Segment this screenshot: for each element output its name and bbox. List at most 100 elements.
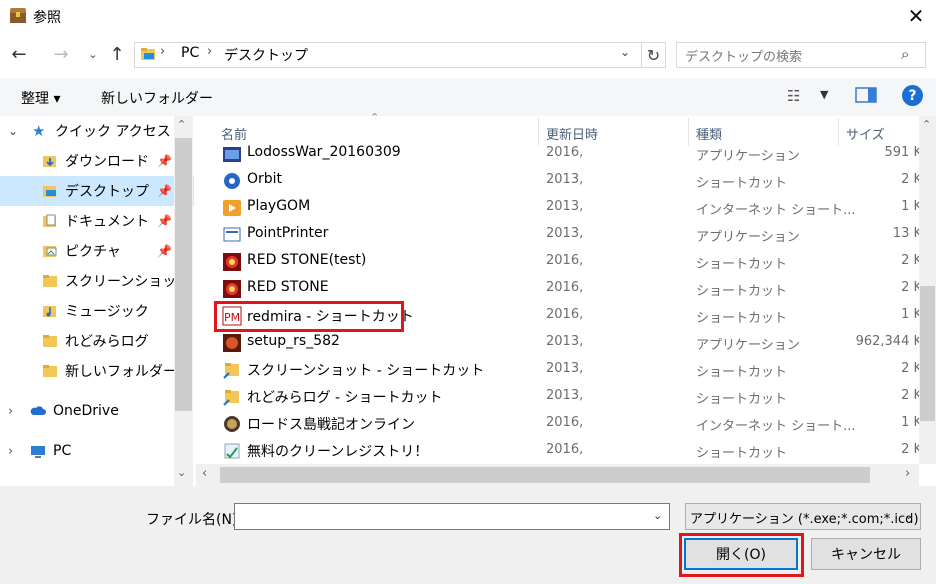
sidebar-item-music[interactable]: ミュージック [0,296,194,326]
redstone-icon [223,280,241,298]
sidebar-item-screenshots[interactable]: スクリーンショット [0,266,194,296]
folder-shortcut-icon [223,390,239,406]
document-folder-icon [43,214,56,227]
file-date: 2016, [546,280,584,295]
breadcrumb-pc[interactable]: PC [181,45,199,61]
view-options-icon[interactable]: ☷ [787,87,800,105]
file-row[interactable]: Orbit 2013, ショートカット 2 K [214,167,922,194]
sidebar-item-label: デスクトップ [65,184,149,200]
file-name: PointPrinter [247,225,329,241]
file-row[interactable]: setup_rs_582 2013, アプリケーション 962,344 K [214,329,922,356]
sidebar-item-redmira-log[interactable]: れどみらログ [0,326,194,356]
sidebar-item-onedrive[interactable]: › OneDrive [0,396,194,426]
sidebar-item-desktop[interactable]: デスクトップ 📌 [0,176,194,206]
breadcrumb-current[interactable]: デスクトップ [224,45,308,65]
file-row[interactable]: PlayGOM 2013, インターネット ショート... 1 K [214,194,922,221]
pin-icon[interactable]: 📌 [157,244,172,258]
desktop-folder-icon [141,48,155,60]
sidebar-item-documents[interactable]: ドキュメント 📌 [0,206,194,236]
back-button[interactable]: ← [8,43,30,65]
pin-icon[interactable]: 📌 [157,214,172,228]
sidebar-item-pc[interactable]: › PC [0,436,194,466]
forward-button[interactable]: → [50,43,72,65]
file-row[interactable]: ロードス島戦記オンライン 2016, インターネット ショート... 1 K [214,410,922,437]
file-row[interactable]: PointPrinter 2013, アプリケーション 13 K [214,221,922,248]
arrow-up-icon: ↑ [109,43,125,65]
orbit-icon [224,173,240,189]
file-row[interactable]: れどみらログ - ショートカット 2013, ショートカット 2 K [214,383,922,410]
file-date: 2013, [546,361,584,376]
refresh-button[interactable]: ↻ [641,43,665,67]
scroll-down-icon[interactable]: ⌄ [177,466,186,479]
file-type: インターネット ショート... [696,203,856,218]
help-icon[interactable]: ? [902,85,923,106]
recent-locations-button[interactable]: ⌄ [82,43,104,65]
scroll-up-icon[interactable]: ⌃ [177,118,186,131]
file-type: アプリケーション [696,230,800,245]
file-type: アプリケーション [696,338,800,353]
address-bar[interactable] [134,42,666,68]
preview-pane-icon[interactable] [855,86,877,104]
sidebar-item-quick-access[interactable]: ⌄ ★ クイック アクセス [0,116,194,146]
file-date: 2016, [546,307,584,322]
scroll-right-icon[interactable]: › [905,466,910,481]
search-input[interactable]: デスクトップの検索 [685,46,802,65]
sidebar-item-pictures[interactable]: ピクチャ 📌 [0,236,194,266]
file-date: 2016, [546,145,584,160]
file-row[interactable]: RED STONE 2016, ショートカット 2 K [214,275,922,302]
file-row[interactable]: 無料のクリーンレジストリ！ 2016, ショートカット 2 K [214,437,922,464]
organize-button[interactable]: 整理 ▾ [21,88,60,108]
filename-input[interactable] [234,503,670,530]
file-name: ロードス島戦記オンライン [247,417,415,433]
chevron-right-icon: › [8,443,14,459]
file-date: 2016, [546,415,584,430]
pin-icon[interactable]: 📌 [157,154,172,168]
filename-label: ファイル名(N): [146,512,243,528]
arrow-left-icon: ← [11,43,27,65]
file-type-dropdown-icon[interactable]: ⌄ [904,509,913,522]
file-type: ショートカット [696,392,788,407]
filename-dropdown-icon[interactable]: ⌄ [653,509,662,522]
setup-icon [223,334,241,352]
file-size: 962,344 K [855,334,922,349]
chevron-right-icon: › [8,403,14,419]
star-icon: ★ [32,122,46,140]
file-list-scroll-thumb[interactable] [920,286,935,421]
sidebar-item-label: クイック アクセス [55,124,171,140]
highlight-box [679,533,804,577]
address-dropdown-icon[interactable]: ⌄ [620,45,630,59]
title-bar [0,0,936,32]
file-name: Orbit [247,171,283,187]
sidebar-item-label: スクリーンショット [65,274,191,290]
file-name: スクリーンショット - ショートカット [247,363,485,379]
file-name: RED STONE [247,279,329,295]
view-dropdown-icon[interactable]: ▼ [820,88,828,101]
file-type: インターネット ショート... [696,419,856,434]
pin-icon[interactable]: 📌 [157,184,172,198]
file-row[interactable]: スクリーンショット - ショートカット 2013, ショートカット 2 K [214,356,922,383]
file-name: 無料のクリーンレジストリ！ [247,444,429,460]
cancel-button[interactable]: キャンセル [811,538,921,570]
file-size: 591 K [884,145,922,160]
close-button[interactable]: ✕ [896,0,936,32]
up-button[interactable]: ↑ [106,43,128,65]
registry-icon [224,443,240,459]
scroll-left-icon[interactable]: ‹ [202,466,207,481]
sidebar-item-new-folder[interactable]: 新しいフォルダー [0,356,194,386]
folder-shortcut-icon [223,363,239,379]
new-folder-button[interactable]: 新しいフォルダー [101,88,213,108]
file-date: 2013, [546,226,584,241]
file-date: 2016, [546,442,584,457]
window-title: 参照 [33,10,61,26]
arrow-right-icon: → [53,43,69,65]
scroll-up-icon[interactable]: ⌃ [922,118,931,131]
sidebar-item-label: れどみらログ [65,334,149,350]
sidebar-item-downloads[interactable]: ダウンロード 📌 [0,146,194,176]
file-type: ショートカット [696,284,788,299]
sidebar-item-label: ダウンロード [65,154,149,170]
sidebar-item-label: PC [53,443,72,459]
sidebar-scroll-thumb[interactable] [175,138,192,411]
horizontal-scroll-thumb[interactable] [220,467,870,483]
file-row[interactable]: LodossWar_20160309 2016, アプリケーション 591 K [214,140,922,167]
file-row[interactable]: RED STONE(test) 2016, ショートカット 2 K [214,248,922,275]
